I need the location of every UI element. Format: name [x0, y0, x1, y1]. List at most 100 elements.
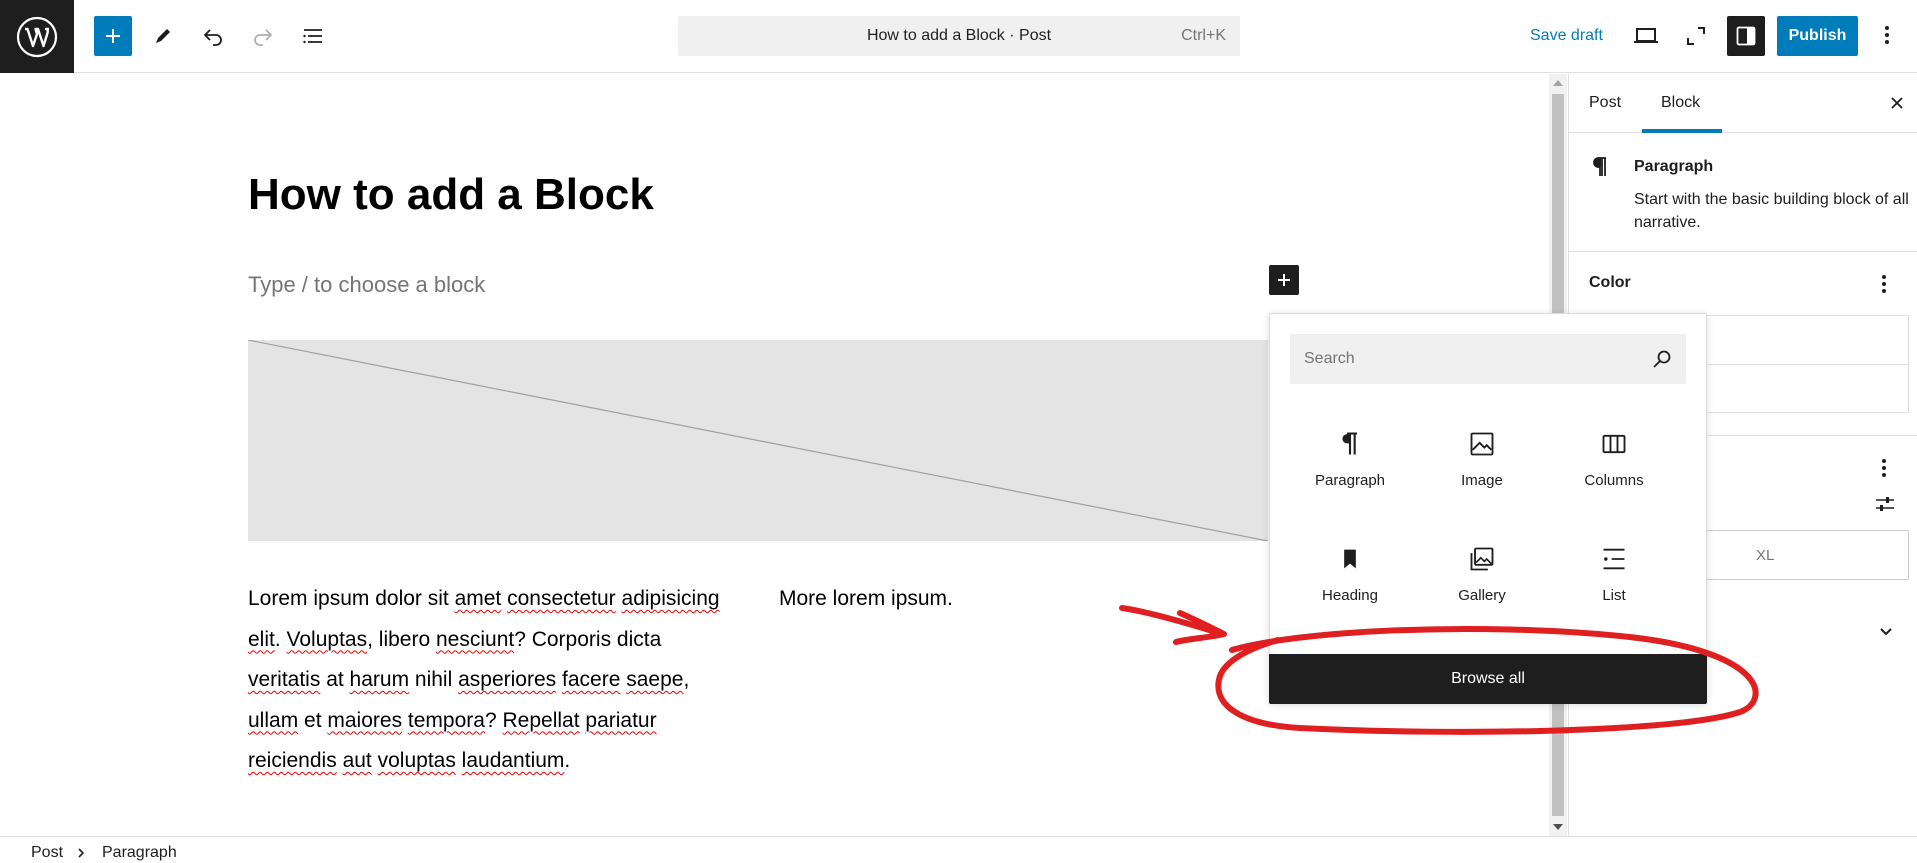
wordpress-logo-icon[interactable] [0, 0, 74, 73]
misspelled-word: asperiores [458, 668, 557, 691]
close-sidebar-button[interactable] [1885, 91, 1909, 115]
block-card: Paragraph Start with the basic building … [1569, 133, 1917, 252]
inserter-item-label: Heading [1322, 587, 1378, 604]
search-icon [1653, 350, 1671, 368]
inserter-item-list[interactable]: List [1554, 531, 1674, 621]
publish-button[interactable]: Publish [1777, 16, 1858, 56]
inserter-search [1290, 334, 1686, 384]
inserter-item-image[interactable]: Image [1422, 416, 1542, 506]
paragraph-column-2[interactable]: More lorem ipsum. [779, 579, 953, 620]
save-draft-button[interactable]: Save draft [1530, 27, 1603, 45]
misspelled-word: voluptas [377, 749, 456, 772]
list-view-icon [303, 29, 322, 44]
post-title[interactable]: How to add a Block [248, 170, 654, 220]
inserter-item-label: Paragraph [1314, 472, 1386, 489]
scroll-down-arrow[interactable] [1553, 824, 1563, 830]
text-segment: et [298, 708, 328, 732]
text-segment: at [320, 668, 350, 691]
text-segment: , libero [367, 627, 436, 651]
options-menu-button[interactable] [1872, 16, 1902, 56]
command-palette-button[interactable]: How to add a Block · Post Ctrl+K [678, 16, 1240, 56]
sidebar-tabs: Post Block [1569, 74, 1917, 133]
paragraph-line: veritatis at harum nihil asperiores face… [248, 660, 768, 701]
inserter-item-label: List [1602, 587, 1626, 604]
laptop-icon [1634, 28, 1658, 43]
list-icon [1603, 548, 1625, 570]
undo-button[interactable] [194, 16, 232, 56]
settings-sliders-icon[interactable] [1874, 494, 1896, 514]
chevron-down-icon[interactable] [1876, 622, 1896, 642]
breadcrumb-post[interactable]: Post [31, 844, 63, 862]
misspelled-word: tempora [407, 708, 485, 732]
text-segment: ? [484, 708, 503, 732]
typography-options-icon[interactable] [1882, 459, 1886, 480]
inserter-item-columns[interactable]: Columns [1554, 416, 1674, 506]
tab-block[interactable]: Block [1661, 94, 1700, 112]
close-icon [1891, 97, 1903, 109]
undo-icon [203, 29, 222, 46]
columns-icon [1602, 434, 1626, 454]
text-segment: . [274, 627, 287, 651]
misspelled-word: pariatur [585, 708, 657, 732]
inserter-item-paragraph[interactable]: Paragraph [1290, 416, 1410, 506]
document-overview-button[interactable] [294, 16, 332, 56]
misspelled-word: harum [349, 668, 410, 691]
heading-icon [1344, 549, 1356, 569]
block-inserter-toggle-button[interactable] [94, 16, 132, 56]
tab-post[interactable]: Post [1589, 94, 1621, 112]
settings-sidebar-toggle[interactable] [1727, 16, 1765, 56]
scroll-up-arrow[interactable] [1553, 80, 1563, 86]
misspelled-word: adipisicing [621, 587, 720, 610]
breadcrumb-paragraph[interactable]: Paragraph [102, 844, 177, 862]
plus-icon [106, 29, 120, 43]
editor-header: How to add a Block · Post Ctrl+K Save dr… [0, 0, 1917, 73]
color-panel-title: Color [1589, 274, 1631, 291]
misspelled-word: elit [248, 627, 275, 651]
editor-app: How to add a Block · Post Ctrl+K Save dr… [0, 0, 1917, 863]
paragraph-column-1[interactable]: Lorem ipsum dolor sit amet consectetur a… [248, 579, 768, 782]
chevron-right-icon [78, 848, 85, 858]
misspelled-word: aut [342, 749, 372, 772]
gallery-icon [1470, 547, 1494, 571]
fullscreen-icon [1687, 27, 1705, 45]
inline-add-block-button[interactable] [1269, 265, 1299, 295]
inserter-search-input[interactable] [1290, 334, 1640, 384]
paragraph-line: elit. Voluptas, libero nesciunt? Corpori… [248, 620, 768, 661]
misspelled-word: laudantium [461, 749, 565, 772]
text-segment: . [564, 749, 571, 772]
image-placeholder[interactable] [248, 340, 1268, 541]
misspelled-word: Repellat [502, 708, 580, 732]
pencil-icon [156, 29, 170, 43]
inserter-item-label: Gallery [1458, 587, 1506, 604]
misspelled-word: amet [454, 587, 502, 610]
size-option-xl[interactable]: XL [1756, 547, 1774, 564]
preview-button[interactable] [1627, 16, 1665, 56]
color-options-icon[interactable] [1882, 275, 1886, 296]
inserter-item-gallery[interactable]: Gallery [1422, 531, 1542, 621]
block-card-description: Start with the basic building block of a… [1634, 191, 1909, 231]
inserter-item-heading[interactable]: Heading [1290, 531, 1410, 621]
redo-icon [254, 29, 273, 46]
block-breadcrumb: Post Paragraph [0, 836, 1917, 863]
paragraph-icon [1342, 432, 1357, 455]
misspelled-word: nesciunt [435, 627, 515, 651]
misspelled-word: consectetur [507, 587, 616, 610]
paragraph-line: ullam et maiores tempora? Repellat paria… [248, 701, 768, 742]
sidebar-icon [1736, 26, 1756, 46]
image-icon [1470, 432, 1494, 456]
text-segment: , [683, 668, 690, 691]
misspelled-word: ullam [248, 708, 299, 732]
misspelled-word: facere [562, 668, 621, 691]
inserter-item-label: Image [1461, 472, 1503, 489]
misspelled-word: reiciendis [248, 749, 337, 772]
document-title: How to add a Block · Post [866, 27, 1052, 44]
quick-inserter-popover: Paragraph Image Columns Heading Gallery … [1269, 313, 1707, 704]
paragraph-line: reiciendis aut voluptas laudantium. [248, 741, 768, 782]
redo-button[interactable] [244, 16, 282, 56]
misspelled-word: maiores [327, 708, 403, 732]
empty-block-placeholder[interactable]: Type / to choose a block [248, 272, 485, 298]
browse-all-button[interactable]: Browse all [1269, 654, 1707, 704]
misspelled-word: Voluptas [286, 627, 368, 651]
tools-button[interactable] [144, 16, 182, 56]
fullscreen-button[interactable] [1677, 16, 1715, 56]
